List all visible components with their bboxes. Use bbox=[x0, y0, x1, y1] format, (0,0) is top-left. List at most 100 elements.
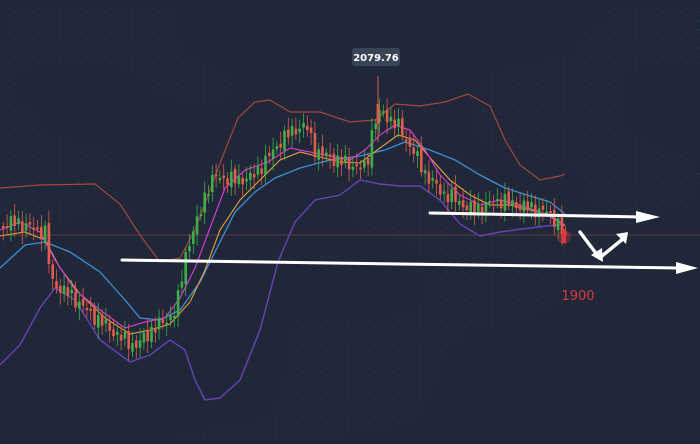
background-dot bbox=[50, 164, 52, 166]
background-dot bbox=[383, 218, 385, 220]
background-dot bbox=[635, 20, 637, 22]
background-dot bbox=[482, 317, 484, 319]
background-dot bbox=[671, 200, 673, 202]
candle-body bbox=[458, 200, 461, 205]
background-dot bbox=[662, 11, 664, 13]
background-dot bbox=[680, 11, 682, 13]
background-dot bbox=[428, 254, 430, 256]
background-dot bbox=[680, 38, 682, 40]
background-dot bbox=[5, 119, 7, 121]
background-dot bbox=[392, 317, 394, 319]
background-dot bbox=[131, 29, 133, 31]
candle-body bbox=[344, 155, 347, 163]
background-dot bbox=[509, 92, 511, 94]
background-dot bbox=[167, 11, 169, 13]
background-dot bbox=[662, 47, 664, 49]
background-dot bbox=[599, 173, 601, 175]
background-dot bbox=[527, 119, 529, 121]
background-dot bbox=[509, 236, 511, 238]
background-dot bbox=[437, 344, 439, 346]
background-dot bbox=[374, 425, 376, 427]
background-dot bbox=[41, 182, 43, 184]
background-dot bbox=[50, 137, 52, 139]
candle-body bbox=[116, 331, 119, 335]
background-dot bbox=[374, 227, 376, 229]
background-dot bbox=[257, 425, 259, 427]
candle-body bbox=[9, 216, 13, 231]
background-dot bbox=[437, 308, 439, 310]
background-dot bbox=[14, 20, 16, 22]
candle-body bbox=[123, 331, 127, 339]
background-dot bbox=[545, 56, 547, 58]
background-dot bbox=[428, 398, 430, 400]
background-dot bbox=[527, 290, 529, 292]
background-dot bbox=[14, 191, 16, 193]
background-dot bbox=[608, 173, 610, 175]
background-dot bbox=[311, 326, 313, 328]
candle-body bbox=[81, 298, 85, 306]
background-dot bbox=[563, 110, 565, 112]
candle-body bbox=[522, 200, 526, 212]
background-dot bbox=[14, 164, 16, 166]
background-dot bbox=[608, 38, 610, 40]
background-dot bbox=[383, 344, 385, 346]
candle-body bbox=[32, 227, 35, 230]
background-dot bbox=[320, 380, 322, 382]
background-dot bbox=[644, 146, 646, 148]
candle-body bbox=[192, 231, 195, 244]
background-dot bbox=[365, 425, 367, 427]
background-dot bbox=[599, 191, 601, 193]
background-dot bbox=[563, 245, 565, 247]
candlestick-chart: 2079.76 1900 bbox=[0, 11, 700, 436]
background-dot bbox=[383, 398, 385, 400]
background-dot bbox=[275, 434, 277, 436]
background-dot bbox=[608, 164, 610, 166]
background-dot bbox=[419, 209, 421, 211]
background-dot bbox=[671, 191, 673, 193]
background-dot bbox=[590, 101, 592, 103]
background-dot bbox=[500, 299, 502, 301]
background-dot bbox=[311, 380, 313, 382]
candle-body bbox=[5, 226, 9, 229]
background-dot bbox=[176, 74, 178, 76]
background-dot bbox=[329, 380, 331, 382]
background-dot bbox=[509, 317, 511, 319]
background-dot bbox=[338, 434, 340, 436]
background-dot bbox=[311, 416, 313, 418]
background-dot bbox=[212, 83, 214, 85]
candle-body bbox=[21, 221, 24, 233]
background-dot bbox=[536, 137, 538, 139]
background-dot bbox=[446, 218, 448, 220]
background-dot bbox=[626, 182, 628, 184]
background-dot bbox=[572, 101, 574, 103]
background-dot bbox=[680, 200, 682, 202]
background-dot bbox=[59, 209, 61, 211]
background-dot bbox=[527, 236, 529, 238]
background-dot bbox=[104, 182, 106, 184]
candle-body bbox=[298, 128, 301, 133]
background-dot bbox=[653, 182, 655, 184]
background-dot bbox=[689, 182, 691, 184]
background-dot bbox=[95, 146, 97, 148]
background-dot bbox=[482, 245, 484, 247]
background-dot bbox=[581, 47, 583, 49]
background-dot bbox=[617, 92, 619, 94]
background-dot bbox=[5, 74, 7, 76]
background-dot bbox=[410, 371, 412, 373]
background-dot bbox=[446, 344, 448, 346]
background-dot bbox=[302, 398, 304, 400]
background-dot bbox=[617, 155, 619, 157]
background-dot bbox=[644, 29, 646, 31]
candle-body bbox=[184, 252, 187, 285]
background-dot bbox=[176, 56, 178, 58]
background-dot bbox=[113, 38, 115, 40]
background-dot bbox=[581, 128, 583, 130]
background-dot bbox=[581, 110, 583, 112]
background-dot bbox=[509, 74, 511, 76]
background-dot bbox=[275, 407, 277, 409]
background-dot bbox=[356, 200, 358, 202]
candle-body bbox=[332, 153, 336, 166]
background-dot bbox=[5, 101, 7, 103]
background-dot bbox=[14, 56, 16, 58]
background-dot bbox=[338, 380, 340, 382]
